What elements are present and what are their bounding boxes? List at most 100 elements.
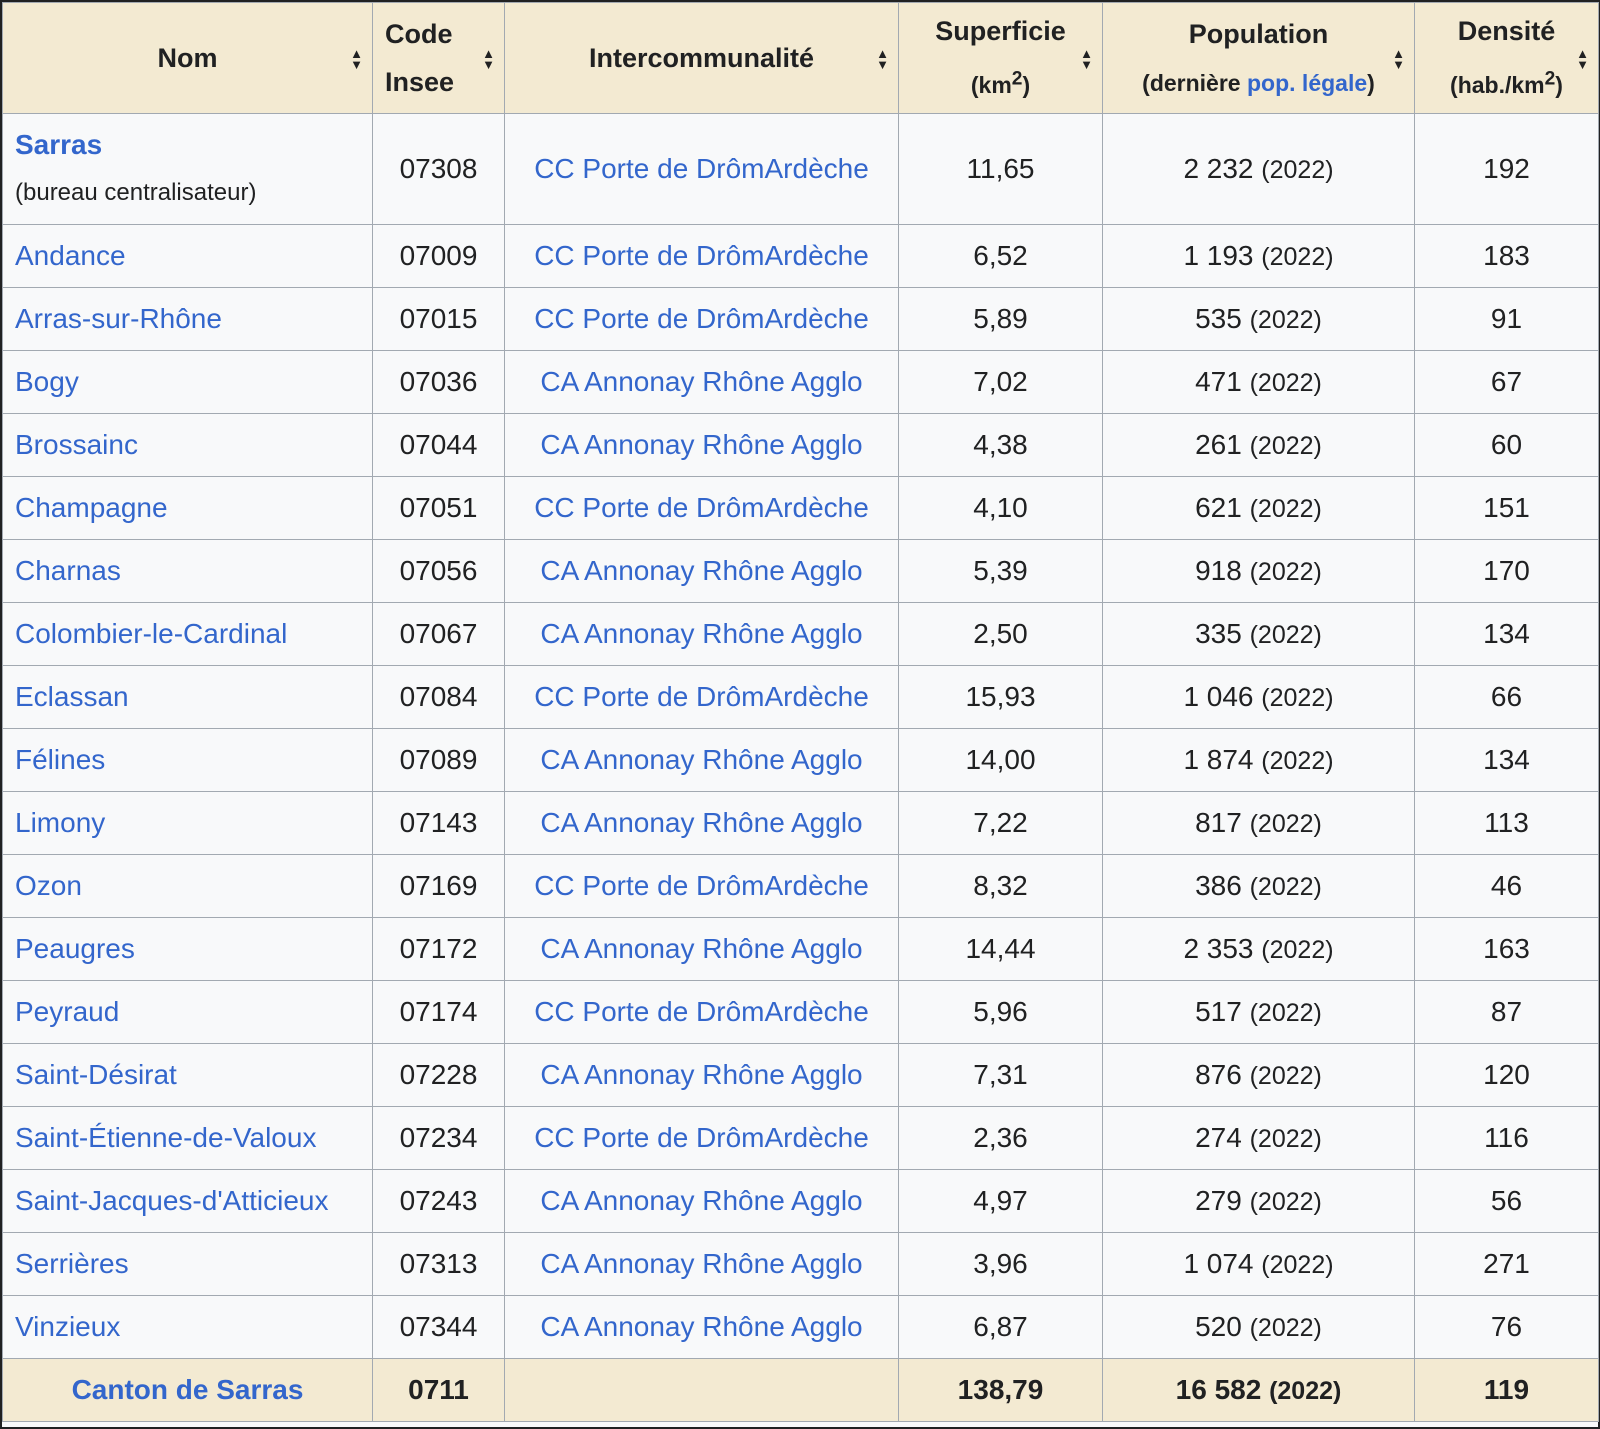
intercommunalite-link[interactable]: CC Porte de DrômArdèche bbox=[534, 1122, 869, 1153]
intercommunalite-cell: CA Annonay Rhône Agglo bbox=[504, 413, 899, 477]
population-year: (2022) bbox=[1249, 369, 1322, 397]
intercommunalite-cell: CA Annonay Rhône Agglo bbox=[504, 1295, 899, 1359]
intercommunalite-link[interactable]: CA Annonay Rhône Agglo bbox=[540, 1311, 862, 1342]
densite-cell: 76 bbox=[1414, 1295, 1599, 1359]
intercommunalite-link[interactable]: CA Annonay Rhône Agglo bbox=[540, 933, 862, 964]
code-insee-cell: 07056 bbox=[372, 539, 505, 603]
commune-link[interactable]: Peaugres bbox=[15, 933, 135, 964]
population-cell: 2 232 (2022) bbox=[1102, 113, 1415, 225]
population-year: (2022) bbox=[1249, 1125, 1322, 1153]
commune-link[interactable]: Saint-Désirat bbox=[15, 1059, 177, 1090]
col-header-code[interactable]: Code Insee ▲ ▼ bbox=[372, 2, 505, 114]
sort-icon[interactable]: ▲ ▼ bbox=[1576, 47, 1589, 72]
densite-cell: 113 bbox=[1414, 791, 1599, 855]
population-value: 520 bbox=[1195, 1311, 1242, 1342]
commune-link[interactable]: Arras-sur-Rhône bbox=[15, 303, 222, 334]
population-value: 386 bbox=[1195, 870, 1242, 901]
population-cell: 274 (2022) bbox=[1102, 1106, 1415, 1170]
code-insee-cell: 07344 bbox=[372, 1295, 505, 1359]
population-cell: 1 046 (2022) bbox=[1102, 665, 1415, 729]
commune-link[interactable]: Bogy bbox=[15, 366, 79, 397]
intercommunalite-link[interactable]: CC Porte de DrômArdèche bbox=[534, 870, 869, 901]
intercommunalite-link[interactable]: CA Annonay Rhône Agglo bbox=[540, 366, 862, 397]
densite-cell: 60 bbox=[1414, 413, 1599, 477]
table-row: Vinzieux 07344 CA Annonay Rhône Agglo 6,87 5… bbox=[2, 1295, 1599, 1359]
intercommunalite-cell: CA Annonay Rhône Agglo bbox=[504, 791, 899, 855]
sort-icon[interactable]: ▲ ▼ bbox=[876, 47, 889, 72]
population-value: 471 bbox=[1195, 366, 1242, 397]
intercommunalite-link[interactable]: CA Annonay Rhône Agglo bbox=[540, 429, 862, 460]
commune-cell: Vinzieux bbox=[2, 1295, 373, 1359]
commune-link[interactable]: Brossainc bbox=[15, 429, 138, 460]
code-insee-cell: 07051 bbox=[372, 476, 505, 540]
pop-legale-link[interactable]: pop. légale bbox=[1247, 70, 1367, 96]
commune-link[interactable]: Eclassan bbox=[15, 681, 129, 712]
total-population-year: (2022) bbox=[1269, 1377, 1342, 1405]
superficie-cell: 7,22 bbox=[898, 791, 1103, 855]
commune-cell: Saint-Jacques-d'Atticieux bbox=[2, 1169, 373, 1233]
population-year: (2022) bbox=[1261, 156, 1334, 184]
commune-link[interactable]: Vinzieux bbox=[15, 1311, 120, 1342]
commune-link[interactable]: Charnas bbox=[15, 555, 121, 586]
intercommunalite-link[interactable]: CC Porte de DrômArdèche bbox=[534, 303, 869, 334]
population-value: 279 bbox=[1195, 1185, 1242, 1216]
population-value: 535 bbox=[1195, 303, 1242, 334]
sort-icon[interactable]: ▲ ▼ bbox=[350, 47, 363, 72]
col-header-densite[interactable]: Densité (hab./km2) ▲ ▼ bbox=[1414, 2, 1599, 114]
commune-cell: Charnas bbox=[2, 539, 373, 603]
commune-cell: Eclassan bbox=[2, 665, 373, 729]
col-header-superficie-unit: (km2) bbox=[970, 68, 1031, 98]
intercommunalite-link[interactable]: CA Annonay Rhône Agglo bbox=[540, 807, 862, 838]
sort-icon[interactable]: ▲ ▼ bbox=[1080, 47, 1093, 72]
col-header-population[interactable]: Population (dernière pop. légale) ▲ ▼ bbox=[1102, 2, 1415, 114]
commune-link[interactable]: Félines bbox=[15, 744, 105, 775]
superficie-cell: 4,10 bbox=[898, 476, 1103, 540]
code-insee-cell: 07313 bbox=[372, 1232, 505, 1296]
intercommunalite-link[interactable]: CC Porte de DrômArdèche bbox=[534, 996, 869, 1027]
intercommunalite-cell: CA Annonay Rhône Agglo bbox=[504, 1169, 899, 1233]
commune-link[interactable]: Ozon bbox=[15, 870, 82, 901]
commune-link[interactable]: Saint-Étienne-de-Valoux bbox=[15, 1122, 316, 1153]
population-year: (2022) bbox=[1249, 810, 1322, 838]
commune-link[interactable]: Andance bbox=[15, 240, 126, 271]
densite-cell: 87 bbox=[1414, 980, 1599, 1044]
densite-cell: 120 bbox=[1414, 1043, 1599, 1107]
canton-link[interactable]: Canton de Sarras bbox=[72, 1374, 304, 1405]
intercommunalite-link[interactable]: CA Annonay Rhône Agglo bbox=[540, 1248, 862, 1279]
col-header-nom[interactable]: Nom ▲ ▼ bbox=[2, 2, 373, 114]
intercommunalite-link[interactable]: CC Porte de DrômArdèche bbox=[534, 681, 869, 712]
intercommunalite-link[interactable]: CC Porte de DrômArdèche bbox=[534, 240, 869, 271]
intercommunalite-link[interactable]: CA Annonay Rhône Agglo bbox=[540, 1059, 862, 1090]
commune-cell: Sarras (bureau centralisateur) bbox=[2, 113, 373, 225]
population-cell: 471 (2022) bbox=[1102, 350, 1415, 414]
sort-icon[interactable]: ▲ ▼ bbox=[482, 47, 495, 72]
commune-link[interactable]: Saint-Jacques-d'Atticieux bbox=[15, 1185, 329, 1216]
sort-icon[interactable]: ▲ ▼ bbox=[1392, 47, 1405, 72]
code-insee-cell: 07228 bbox=[372, 1043, 505, 1107]
commune-link[interactable]: Sarras bbox=[15, 121, 360, 169]
intercommunalite-link[interactable]: CA Annonay Rhône Agglo bbox=[540, 555, 862, 586]
total-superficie-cell: 138,79 bbox=[898, 1358, 1103, 1422]
intercommunalite-link[interactable]: CA Annonay Rhône Agglo bbox=[540, 744, 862, 775]
table-row: Serrières 07313 CA Annonay Rhône Agglo 3,96… bbox=[2, 1232, 1599, 1296]
code-insee-cell: 07308 bbox=[372, 113, 505, 225]
intercommunalite-link[interactable]: CC Porte de DrômArdèche bbox=[534, 153, 869, 184]
commune-link[interactable]: Champagne bbox=[15, 492, 168, 523]
commune-link[interactable]: Peyraud bbox=[15, 996, 119, 1027]
population-year: (2022) bbox=[1249, 306, 1322, 334]
intercommunalite-link[interactable]: CC Porte de DrômArdèche bbox=[534, 492, 869, 523]
commune-link[interactable]: Serrières bbox=[15, 1248, 129, 1279]
superficie-cell: 6,87 bbox=[898, 1295, 1103, 1359]
intercommunalite-link[interactable]: CA Annonay Rhône Agglo bbox=[540, 1185, 862, 1216]
col-header-inter[interactable]: Intercommunalité ▲ ▼ bbox=[504, 2, 899, 114]
commune-link[interactable]: Limony bbox=[15, 807, 105, 838]
intercommunalite-link[interactable]: CA Annonay Rhône Agglo bbox=[540, 618, 862, 649]
commune-link[interactable]: Colombier-le-Cardinal bbox=[15, 618, 287, 649]
densite-cell: 170 bbox=[1414, 539, 1599, 603]
communes-table: Nom ▲ ▼ Code Insee ▲ ▼ Intercommunalité ▲ ▼… bbox=[2, 2, 1599, 1422]
intercommunalite-cell: CC Porte de DrômArdèche bbox=[504, 854, 899, 918]
col-header-superficie[interactable]: Superficie (km2) ▲ ▼ bbox=[898, 2, 1103, 114]
total-name-cell: Canton de Sarras bbox=[2, 1358, 373, 1422]
table-row: Champagne 07051 CC Porte de DrômArdèche 4,1… bbox=[2, 476, 1599, 540]
header-row: Nom ▲ ▼ Code Insee ▲ ▼ Intercommunalité ▲ ▼… bbox=[2, 2, 1599, 114]
